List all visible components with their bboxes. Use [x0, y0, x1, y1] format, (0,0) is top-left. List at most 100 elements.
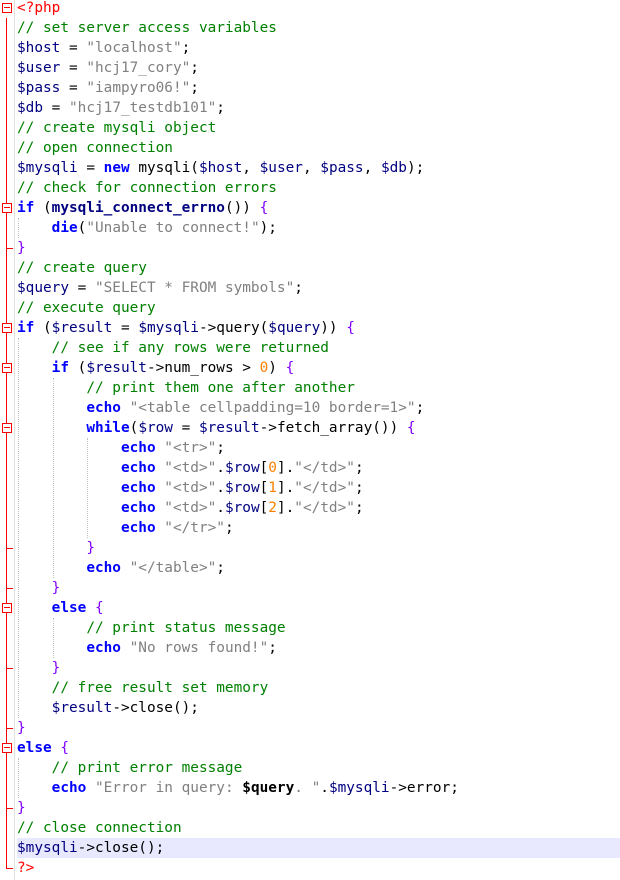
- code-line[interactable]: echo "<td>".$row[1]."</td>";: [17, 478, 620, 498]
- code-line[interactable]: // print status message: [17, 618, 620, 638]
- fold-minus-icon[interactable]: [0, 598, 14, 618]
- code-line[interactable]: $pass = "iampyro06!";: [17, 78, 620, 98]
- code-token-keyword: echo: [86, 640, 121, 656]
- fold-end-mark: [6, 238, 13, 249]
- code-token-text: .: [216, 480, 225, 496]
- code-line[interactable]: }: [17, 578, 620, 598]
- fold-end-icon: [0, 798, 14, 818]
- code-line[interactable]: <?php: [17, 0, 620, 18]
- code-line[interactable]: echo "No rows found!";: [17, 638, 620, 658]
- code-token-comment: // check for connection errors: [17, 180, 277, 196]
- code-line[interactable]: if ($result = $mysqli->query($query)) {: [17, 318, 620, 338]
- fold-margin[interactable]: [0, 0, 15, 880]
- code-line[interactable]: // open connection: [17, 138, 620, 158]
- code-token-string: "</td>": [294, 500, 355, 516]
- code-line[interactable]: $db = "hcj17_testdb101";: [17, 98, 620, 118]
- code-line[interactable]: }: [17, 658, 620, 678]
- code-token-string: "<tr>": [164, 440, 217, 456]
- code-line[interactable]: echo "<tr>";: [17, 438, 620, 458]
- code-token-string: "<table cellpadding=10 border=1>": [129, 400, 416, 416]
- code-line[interactable]: die("Unable to connect!");: [17, 218, 620, 238]
- code-line[interactable]: // set server access variables: [17, 18, 620, 38]
- code-token-text: =: [60, 60, 87, 76]
- code-line[interactable]: if (mysqli_connect_errno()) {: [17, 198, 620, 218]
- code-token-num: 1: [268, 480, 277, 496]
- code-token-string: "</td>": [294, 460, 355, 476]
- indent-guide: [52, 378, 54, 578]
- code-line[interactable]: else {: [17, 598, 620, 618]
- code-token-text: [: [259, 500, 269, 516]
- code-token-string: "<td>": [164, 500, 217, 516]
- code-token-keyword: while: [86, 420, 130, 436]
- code-text-area[interactable]: <?php // set server access variables $host…: [17, 0, 620, 878]
- code-line[interactable]: echo "</table>";: [17, 558, 620, 578]
- code-editor[interactable]: <?php // set server access variables $host…: [0, 0, 620, 880]
- code-line[interactable]: // close connection: [17, 818, 620, 838]
- code-token-var: $query: [268, 320, 321, 336]
- code-token-funcbold: mysqli_connect_errno: [51, 200, 225, 216]
- code-line[interactable]: }: [17, 798, 620, 818]
- code-line[interactable]: echo "<td>".$row[2]."</td>";: [17, 498, 620, 518]
- code-line[interactable]: ?>: [17, 858, 620, 878]
- fold-minus-icon[interactable]: [0, 418, 14, 438]
- code-token-text: [: [259, 460, 269, 476]
- code-line[interactable]: }: [17, 238, 620, 258]
- code-line[interactable]: else {: [17, 738, 620, 758]
- code-line[interactable]: // create query: [17, 258, 620, 278]
- fold-minus-icon[interactable]: [0, 358, 14, 378]
- fold-minus-icon[interactable]: [0, 198, 14, 218]
- code-token-num: 0: [268, 460, 277, 476]
- code-token-var: $result: [51, 320, 113, 336]
- fold-end-mark: [6, 858, 13, 869]
- code-line[interactable]: }: [17, 538, 620, 558]
- code-token-var: $user: [17, 60, 61, 76]
- code-line[interactable]: // see if any rows were returned: [17, 338, 620, 358]
- fold-end-icon: [0, 238, 14, 258]
- code-line[interactable]: echo "<td>".$row[0]."</td>";: [17, 458, 620, 478]
- code-token-var: $db: [17, 100, 43, 116]
- code-line[interactable]: // print them one after another: [17, 378, 620, 398]
- code-token-num: 2: [268, 500, 277, 516]
- code-token-brace: }: [17, 720, 26, 736]
- code-token-text: [: [259, 480, 269, 496]
- code-line[interactable]: if ($result->num_rows > 0) {: [17, 358, 620, 378]
- code-token-keyword: echo: [86, 400, 121, 416]
- code-line[interactable]: $user = "hcj17_cory";: [17, 58, 620, 78]
- code-line[interactable]: // execute query: [17, 298, 620, 318]
- code-token-text: ()): [224, 200, 260, 216]
- code-token-text: ): [268, 360, 286, 376]
- code-line[interactable]: }: [17, 718, 620, 738]
- code-token-comment: // create query: [17, 260, 147, 276]
- indent-guide: [87, 438, 89, 538]
- code-line[interactable]: $host = "localhost";: [17, 38, 620, 58]
- code-line[interactable]: // check for connection errors: [17, 178, 620, 198]
- fold-end-mark: [6, 658, 13, 669]
- code-line[interactable]: $result->close();: [17, 698, 620, 718]
- code-token-brace: }: [51, 660, 61, 676]
- code-line[interactable]: // create mysqli object: [17, 118, 620, 138]
- code-token-text: ;: [354, 500, 364, 516]
- code-line[interactable]: echo "<table cellpadding=10 border=1>";: [17, 398, 620, 418]
- fold-minus-icon[interactable]: [0, 318, 14, 338]
- code-line[interactable]: $mysqli = new mysqli($host, $user, $pass…: [17, 158, 620, 178]
- code-line[interactable]: echo "</tr>";: [17, 518, 620, 538]
- code-line[interactable]: $mysqli->close();: [17, 838, 620, 858]
- fold-minus-icon[interactable]: [0, 0, 14, 18]
- code-line[interactable]: echo "Error in query: $query. ".$mysqli-…: [17, 778, 620, 798]
- code-line[interactable]: // free result set memory: [17, 678, 620, 698]
- code-token-text: ;: [415, 400, 425, 416]
- fold-minus-icon[interactable]: [0, 738, 14, 758]
- code-line[interactable]: // print error message: [17, 758, 620, 778]
- code-token-text: .: [216, 500, 225, 516]
- code-line[interactable]: $query = "SELECT * FROM symbols";: [17, 278, 620, 298]
- code-line[interactable]: while($row = $result->fetch_array()) {: [17, 418, 620, 438]
- code-token-brace: {: [60, 740, 69, 756]
- code-token-var: $result: [86, 360, 147, 376]
